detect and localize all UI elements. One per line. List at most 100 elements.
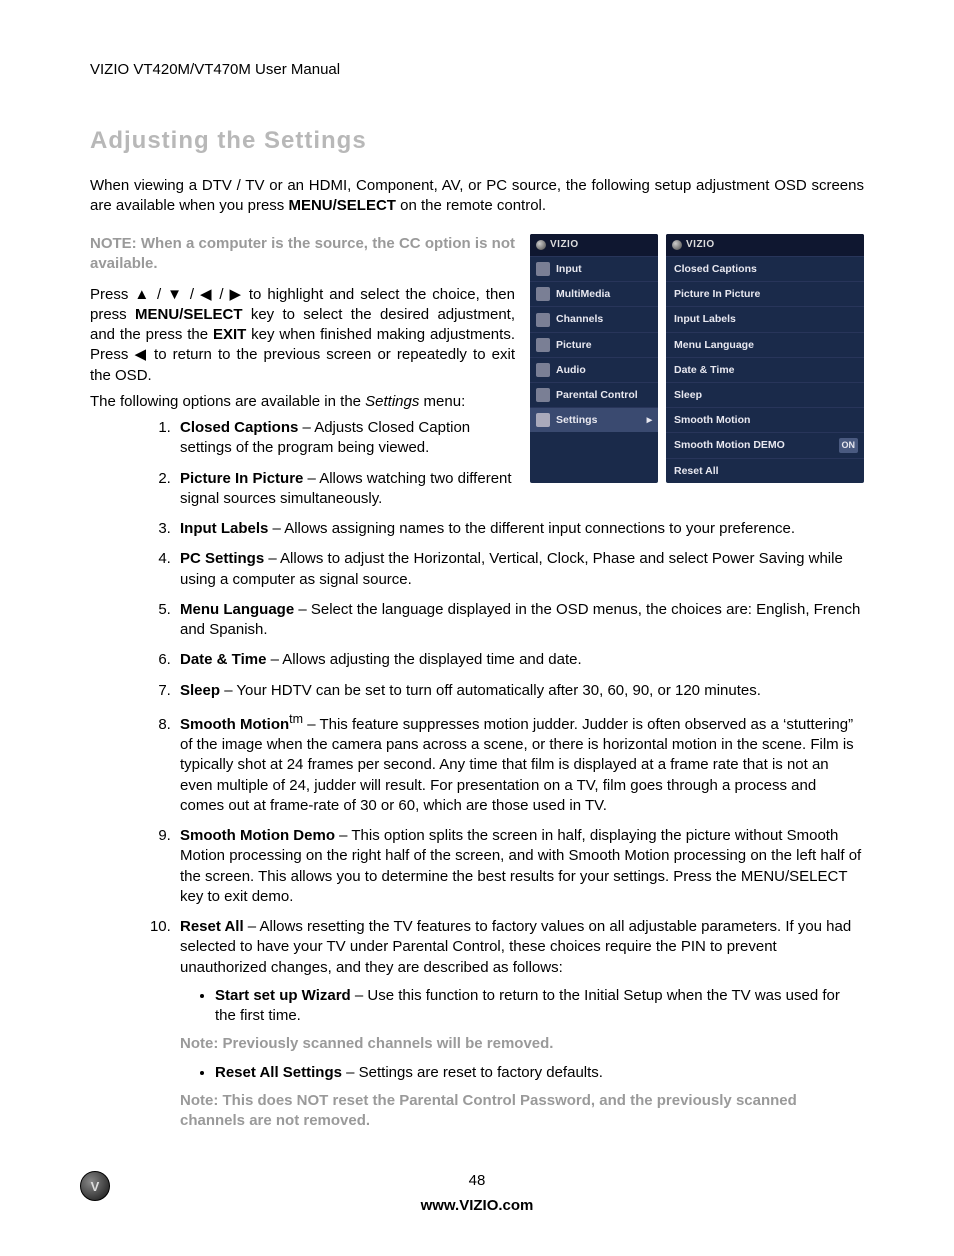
arrow-keys-icon: ▲ / ▼ / ◀ / ▶ bbox=[134, 286, 243, 303]
doc-header: VIZIO VT420M/VT470M User Manual bbox=[90, 60, 864, 80]
osd-item-settings: Settings ▸ bbox=[530, 407, 658, 432]
page-number: 48 bbox=[90, 1171, 864, 1191]
osd-label: Reset All bbox=[674, 464, 719, 478]
item-desc: – Allows resetting the TV features to fa… bbox=[180, 918, 851, 976]
osd-label: Sleep bbox=[674, 388, 702, 402]
chevron-right-icon: ▸ bbox=[647, 413, 652, 427]
osd-item-input: Input bbox=[530, 256, 658, 281]
osd-item-multimedia: MultiMedia bbox=[530, 281, 658, 306]
settings-menu-name: Settings bbox=[365, 393, 419, 410]
osd-r-pip: Picture In Picture bbox=[666, 281, 864, 306]
osd-r-smooth: Smooth Motion bbox=[666, 407, 864, 432]
osd-label: Input bbox=[556, 262, 582, 276]
osd-left-panel: VIZIO Input MultiMedia Channels Picture … bbox=[530, 234, 658, 483]
osd-label: Parental Control bbox=[556, 388, 638, 402]
reset-sublist: Start set up Wizard – Use this function … bbox=[200, 986, 864, 1027]
osd-label: MultiMedia bbox=[556, 287, 610, 301]
osd-brand-text: VIZIO bbox=[686, 238, 715, 252]
page-title: Adjusting the Settings bbox=[90, 125, 864, 157]
multimedia-icon bbox=[536, 287, 550, 301]
page-footer: V 48 www.VIZIO.com bbox=[90, 1171, 864, 1216]
osd-brand-left: VIZIO bbox=[530, 234, 658, 256]
osd-label: Picture bbox=[556, 338, 592, 352]
note-channels-removed: Note: Previously scanned channels will b… bbox=[180, 1034, 864, 1054]
osd-r-smoothdemo: Smooth Motion DEMO ON bbox=[666, 432, 864, 457]
list-item: Smooth Motion Demo – This option splits … bbox=[175, 826, 864, 907]
osd-r-cc: Closed Captions bbox=[666, 256, 864, 281]
osd-label: Smooth Motion DEMO bbox=[674, 438, 785, 452]
osd-item-audio: Audio bbox=[530, 357, 658, 382]
arrow-left-icon: ◀ bbox=[134, 346, 147, 363]
audio-icon bbox=[536, 363, 550, 377]
osd-item-picture: Picture bbox=[530, 332, 658, 357]
item-title: Input Labels bbox=[180, 520, 268, 537]
item-desc: – Allows assigning names to the differen… bbox=[268, 520, 795, 537]
tm-superscript: tm bbox=[289, 712, 303, 726]
item-title: Date & Time bbox=[180, 651, 266, 668]
osd-label: Picture In Picture bbox=[674, 287, 760, 301]
sub-title: Reset All Settings bbox=[215, 1064, 342, 1081]
item-title: Smooth Motion Demo bbox=[180, 827, 335, 844]
text: menu: bbox=[419, 393, 465, 410]
osd-screenshot: VIZIO Input MultiMedia Channels Picture … bbox=[530, 234, 864, 483]
list-item: Closed Captions – Adjusts Closed Caption… bbox=[175, 418, 550, 459]
osd-right-panel: VIZIO Closed Captions Picture In Picture… bbox=[666, 234, 864, 483]
list-item: Date & Time – Allows adjusting the displ… bbox=[175, 650, 864, 670]
item-title: Sleep bbox=[180, 682, 224, 699]
osd-label: Smooth Motion bbox=[674, 413, 750, 427]
osd-r-menulang: Menu Language bbox=[666, 332, 864, 357]
text: to return to the previous screen or repe… bbox=[90, 346, 515, 383]
sub-item-resetall: Reset All Settings – Settings are reset … bbox=[215, 1063, 864, 1083]
exit-key: EXIT bbox=[213, 326, 246, 343]
item-desc: – Allows adjusting the displayed time an… bbox=[266, 651, 581, 668]
logo-letter: V bbox=[91, 1178, 100, 1196]
list-item: PC Settings – Allows to adjust the Horiz… bbox=[175, 549, 864, 590]
osd-label: Channels bbox=[556, 312, 603, 326]
item-title: Closed Captions bbox=[180, 419, 298, 436]
input-icon bbox=[536, 262, 550, 276]
list-item: Input Labels – Allows assigning names to… bbox=[175, 519, 864, 539]
reset-sublist-2: Reset All Settings – Settings are reset … bbox=[200, 1063, 864, 1083]
brand-dot-icon bbox=[672, 240, 682, 250]
osd-r-sleep: Sleep bbox=[666, 382, 864, 407]
on-badge: ON bbox=[839, 438, 859, 452]
list-item: Sleep – Your HDTV can be set to turn off… bbox=[175, 681, 864, 701]
osd-label: Date & Time bbox=[674, 363, 735, 377]
item-title: Picture In Picture bbox=[180, 470, 303, 487]
intro-key: MENU/SELECT bbox=[288, 197, 396, 214]
sub-item-wizard: Start set up Wizard – Use this function … bbox=[215, 986, 864, 1027]
text: Press bbox=[90, 286, 134, 303]
item-title: PC Settings bbox=[180, 550, 264, 567]
settings-icon bbox=[536, 413, 550, 427]
osd-item-parental: Parental Control bbox=[530, 382, 658, 407]
item-title: Reset All bbox=[180, 918, 244, 935]
osd-brand-right: VIZIO bbox=[666, 234, 864, 256]
item-desc: – Allows to adjust the Horizontal, Verti… bbox=[180, 550, 843, 587]
list-item: Smooth Motiontm – This feature suppresse… bbox=[175, 711, 864, 816]
item-title: Smooth Motion bbox=[180, 716, 289, 733]
osd-r-datetime: Date & Time bbox=[666, 357, 864, 382]
sub-title: Start set up Wizard bbox=[215, 987, 351, 1004]
osd-r-resetall: Reset All bbox=[666, 458, 864, 483]
intro-text-post: on the remote control. bbox=[396, 197, 546, 214]
menu-select-key: MENU/SELECT bbox=[135, 306, 243, 323]
osd-brand-text: VIZIO bbox=[550, 238, 579, 252]
osd-r-inputlabels: Input Labels bbox=[666, 306, 864, 331]
item-desc: – Your HDTV can be set to turn off autom… bbox=[224, 682, 761, 699]
osd-label: Menu Language bbox=[674, 338, 754, 352]
footer-url: www.VIZIO.com bbox=[90, 1196, 864, 1216]
osd-label: Audio bbox=[556, 363, 586, 377]
osd-label: Settings bbox=[556, 413, 597, 427]
note-parental-not-reset: Note: This does NOT reset the Parental C… bbox=[180, 1091, 864, 1132]
channels-icon bbox=[536, 313, 550, 327]
list-item: Menu Language – Select the language disp… bbox=[175, 600, 864, 641]
brand-dot-icon bbox=[536, 240, 546, 250]
sub-desc: – Settings are reset to factory defaults… bbox=[342, 1064, 603, 1081]
parental-icon bbox=[536, 388, 550, 402]
text: The following options are available in t… bbox=[90, 393, 365, 410]
osd-label: Closed Captions bbox=[674, 262, 757, 276]
item-title: Menu Language bbox=[180, 601, 294, 618]
osd-label: Input Labels bbox=[674, 312, 736, 326]
settings-options-list: Closed Captions – Adjusts Closed Caption… bbox=[150, 418, 864, 1131]
osd-item-channels: Channels bbox=[530, 306, 658, 331]
